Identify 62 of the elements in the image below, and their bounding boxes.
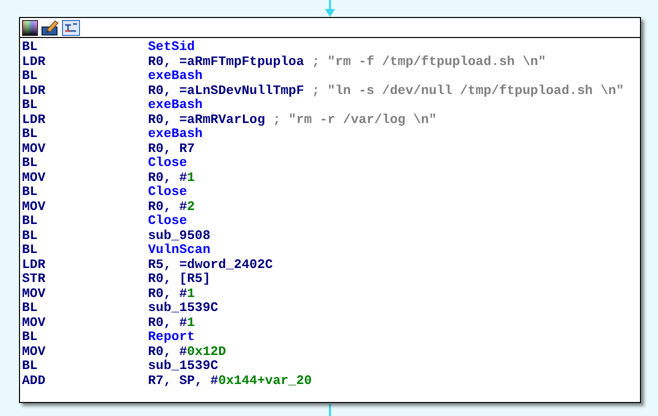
function-name: Report [148,330,195,344]
operand-text: R5, =dword_2402C [148,258,273,272]
mnemonic: MOV [21,344,46,359]
function-name: SetSid [148,40,195,54]
operand-text: R0, # [148,200,188,214]
operand-text: sub_9508 [148,228,210,243]
operand-text: R0, # [148,170,188,185]
operand-text: R0, [R5] [148,272,210,286]
operand-text: R0, # [148,316,188,330]
number-literal: 1 [187,170,195,185]
arrow-head-icon [325,9,335,17]
mnemonic: MOV [21,200,46,214]
function-name: exeBash [148,127,203,142]
operand-text: R0, # [148,344,188,359]
mnemonic: MOV [21,286,46,301]
mnemonic: MOV [21,142,46,156]
operand-text: R0, R7 [148,142,195,156]
color-palette-icon[interactable] [22,20,38,36]
code-comment: ; "rm -r /var/log \n" [272,112,437,127]
function-name: VulnScan [148,243,210,258]
mnemonic: BL [21,214,39,228]
mnemonic: BL [21,301,39,316]
function-name: Close [148,185,188,200]
mnemonic: MOV [21,316,46,330]
code-comment: ; "ln -s /dev/null /tmp/ftpupload.sh \n" [310,84,624,98]
number-literal: 2 [187,200,195,214]
function-name: Close [148,156,188,170]
function-name: exeBash [148,98,203,112]
mnemonic: LDR [21,84,46,98]
operand-text: sub_1539C [148,359,218,374]
mnemonic: ADD [21,374,46,388]
mnemonic: BL [21,40,39,54]
operand-text: sub_1539C [148,301,218,316]
mnemonic: BL [21,127,39,142]
mnemonic: BL [21,69,39,84]
code-comment: ; "rm -f /tmp/ftpupload.sh \n" [310,54,546,69]
operand-text: R0, =aRmFTmpFtpuploa [148,54,304,69]
mnemonic: BL [21,359,39,374]
mnemonic: BL [21,243,39,258]
number-literal: 0x12D [187,344,226,359]
mnemonic: MOV [21,170,46,185]
mnemonic: STR [21,272,46,286]
number-literal: 0x144+var_20 [218,374,312,388]
mnemonic: BL [21,228,39,243]
function-name: Close [148,214,188,228]
mnemonic: LDR [21,54,46,69]
number-literal: 1 [187,316,195,330]
operand-text: R0, =aRmRVarLog [148,112,266,127]
mnemonic: BL [21,98,39,112]
operand-text: R7, SP, # [148,374,218,388]
graph-icon[interactable] [62,20,80,36]
edge-line [329,404,331,416]
number-literal: 1 [187,286,195,301]
mnemonic: BL [21,156,39,170]
mnemonic: BL [21,185,39,200]
mnemonic: BL [21,330,39,344]
function-name: exeBash [148,69,203,84]
operand-text: R0, =aLnSDevNullTmpF [148,84,304,98]
mnemonic: LDR [21,112,46,127]
operand-text: R0, # [148,286,188,301]
pencil-icon[interactable] [41,20,59,36]
mnemonic: LDR [21,258,46,272]
